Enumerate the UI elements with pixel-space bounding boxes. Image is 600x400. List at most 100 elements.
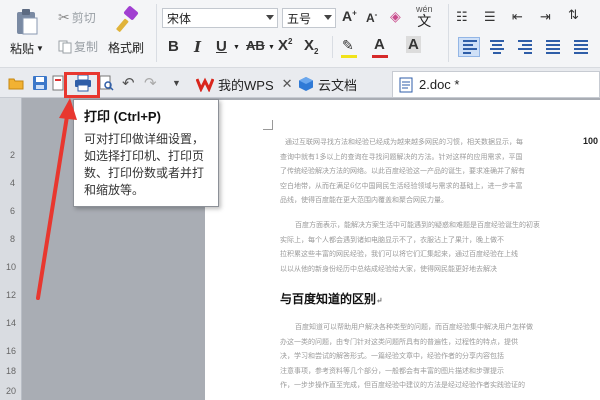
ruler-tick: 4 — [10, 178, 16, 188]
subscript-button[interactable]: X2 — [304, 37, 318, 56]
body-line: 决，学习和尝试的解答形式。一篇经验文章中，经验作者的分享内容包括 — [280, 352, 504, 360]
tab-cloud-docs[interactable]: 云文档 — [292, 71, 363, 97]
bold-button[interactable]: B — [168, 38, 179, 55]
tab-label: 云文档 — [318, 77, 358, 93]
highlight-button[interactable]: ✎ — [342, 37, 354, 54]
font-color-bar — [372, 55, 388, 58]
char-shading-button[interactable]: A — [406, 36, 421, 53]
tab-label: 2.doc * — [419, 77, 460, 92]
body-line: 以以从他的新身份经历中总结成经验给大家，使得网民能更好地去解决 — [280, 265, 497, 273]
ruler-tick: 2 — [10, 150, 16, 160]
align-right-button[interactable] — [514, 37, 536, 57]
copy-icon — [58, 40, 72, 53]
ribbon-divider — [156, 4, 157, 62]
export-pdf-icon[interactable] — [52, 75, 64, 91]
margin-corner-mark — [263, 120, 273, 130]
open-folder-icon[interactable] — [8, 75, 24, 91]
sort-icon[interactable]: ⇅ — [568, 7, 579, 23]
decrease-indent-icon[interactable]: ⇤ — [512, 9, 523, 25]
save-icon[interactable] — [32, 75, 48, 91]
print-tooltip: 打印 (Ctrl+P) 可对打印做详细设置，如选择打印机、打印页数、打印份数或者… — [73, 99, 219, 207]
font-name-select[interactable]: 宋体 — [162, 8, 278, 28]
chevron-down-icon[interactable]: ▼ — [268, 44, 275, 51]
print-highlight-box — [64, 72, 100, 98]
chevron-down-icon[interactable]: ▼ — [36, 44, 44, 53]
justify-button[interactable] — [542, 37, 564, 57]
close-icon[interactable]: ✕ — [282, 76, 293, 92]
ruler-tick: 14 — [6, 318, 17, 328]
superscript-button[interactable]: X2 — [278, 37, 292, 54]
font-size-value: 五号 — [287, 11, 312, 26]
align-left-button[interactable] — [458, 37, 480, 57]
format-painter-button[interactable]: 格式刷 — [108, 6, 144, 56]
ruler-tick: 18 — [6, 366, 17, 376]
wps-logo-icon — [196, 77, 214, 92]
paragraph-mark-icon: ↵ — [376, 295, 383, 305]
ribbon-divider — [332, 36, 333, 58]
ribbon-divider — [448, 36, 449, 58]
increase-indent-icon[interactable]: ⇥ — [540, 9, 551, 25]
font-size-select[interactable]: 五号 — [282, 8, 336, 28]
document-page[interactable]: 通过互联网寻找方法和经验已经成为越来越多网民的习惯，相关数据显示，每 100 查… — [205, 100, 600, 400]
body-line: 百度知道可以帮助用户解决各种类型的问题，而百度经验集中解决用户怎样做 — [295, 323, 533, 331]
format-painter-label: 格式刷 — [108, 41, 145, 55]
numbered-list-icon[interactable]: ☰ — [484, 9, 496, 25]
undo-icon[interactable]: ↶ — [122, 74, 135, 92]
cut-label: 剪切 — [71, 11, 96, 25]
ruler-tick: 12 — [6, 290, 17, 300]
customize-toolbar-icon[interactable]: ▼ — [172, 78, 181, 88]
clear-format-icon[interactable]: ◈ — [390, 8, 401, 25]
ruler-tick: 10 — [6, 262, 17, 272]
align-center-button[interactable] — [486, 37, 508, 57]
underline-button[interactable]: U — [216, 38, 227, 55]
scissors-icon: ✂ — [58, 9, 70, 25]
font-name-value: 宋体 — [167, 11, 192, 26]
highlight-color-bar — [341, 55, 357, 58]
body-line: 查询中就有1多以上的查询在寻找问题解决的方法。针对这样的应用需求，平国 — [280, 153, 523, 161]
wen-character-icon: 文 — [417, 13, 432, 29]
grow-font-icon[interactable]: A+ — [342, 8, 357, 24]
vertical-ruler[interactable]: 2 4 6 8 10 12 14 16 18 20 — [0, 98, 22, 400]
paste-label: 粘贴 — [10, 42, 35, 56]
bullet-list-icon[interactable]: ☷ — [456, 9, 468, 25]
print-preview-icon[interactable] — [98, 75, 114, 91]
body-line: 实际上，每个人都会遇到诸如电脑显示不了，衣服沾上了果汁，晚上做不 — [280, 236, 504, 244]
cut-button[interactable]: ✂ 剪切 — [58, 9, 96, 26]
body-line: 通过互联网寻找方法和经验已经成为越来越多网民的习惯，相关数据显示，每 — [285, 138, 523, 146]
section-heading: 与百度知道的区别↵ — [280, 290, 383, 307]
page-number-label: 100 — [583, 136, 599, 146]
shrink-font-icon[interactable]: A- — [366, 10, 377, 25]
tab-label: 我的WPS — [218, 77, 274, 93]
body-line: 作，一步步操作直至完成，但百度经验中建议的方法是经过经验作者实践验证的 — [280, 381, 525, 389]
ruler-tick: 8 — [10, 234, 16, 244]
copy-label: 复制 — [74, 40, 99, 54]
body-line: 注意事项，参考资料等几个部分，一般都会有丰富的图片描述和步骤提示 — [280, 367, 504, 375]
paste-button[interactable]: 粘贴 ▼ — [10, 8, 44, 57]
tooltip-description: 可对打印做详细设置，如选择打印机、打印页数、打印份数或者并打和缩放等。 — [84, 132, 205, 197]
chevron-down-icon[interactable]: ▼ — [233, 44, 240, 51]
body-line: 百度方面表示，能解决方案生活中可能遇到的疑惑和难题是百度经验诞生的初衷 — [295, 221, 540, 229]
tooltip-title: 打印 (Ctrl+P) — [84, 109, 161, 124]
body-line: 拉积累这些丰富的网民经验，我们可以将它们汇集起来，通过百度经验在上线 — [280, 250, 518, 258]
ruler-tick: 16 — [6, 346, 17, 356]
body-line: 空白地带，从而在满足6亿中国网民生活经验领域与需求的基础上，进一步丰富 — [280, 182, 523, 190]
redo-icon[interactable]: ↷ — [144, 74, 157, 92]
tab-document[interactable]: 2.doc * — [392, 71, 600, 97]
body-line: 了传统经验解决方法的网络。以此百度经验这一产品的诞生，要求准确并了解有 — [280, 167, 525, 175]
cloud-cube-icon — [299, 77, 313, 91]
tab-my-wps[interactable]: 我的WPS ✕ — [190, 71, 299, 97]
pinyin-guide-button[interactable]: wén 文 — [416, 4, 433, 28]
body-line: 办这一类的问题，由专门针对这类问题所具有的普遍性，过程性的特点，提供 — [280, 338, 518, 346]
strikethrough-button[interactable]: AB — [246, 38, 265, 53]
italic-button[interactable]: I — [194, 38, 201, 56]
ruler-tick: 6 — [10, 206, 16, 216]
distributed-button[interactable] — [570, 37, 592, 57]
document-icon — [399, 77, 413, 92]
ruler-tick: 20 — [6, 386, 17, 396]
ribbon: 粘贴 ▼ ✂ 剪切 复制 格式刷 宋体 五号 A+ A- ◈ wén 文 ☷ ☰… — [0, 0, 600, 68]
body-line: 品线，使得百度能在更大范围内覆盖和聚合网民力量。 — [280, 196, 448, 204]
font-color-button[interactable]: A — [374, 36, 385, 53]
copy-button[interactable]: 复制 — [58, 38, 98, 55]
chevron-down-icon — [266, 15, 274, 20]
clipboard-icon — [16, 9, 38, 35]
